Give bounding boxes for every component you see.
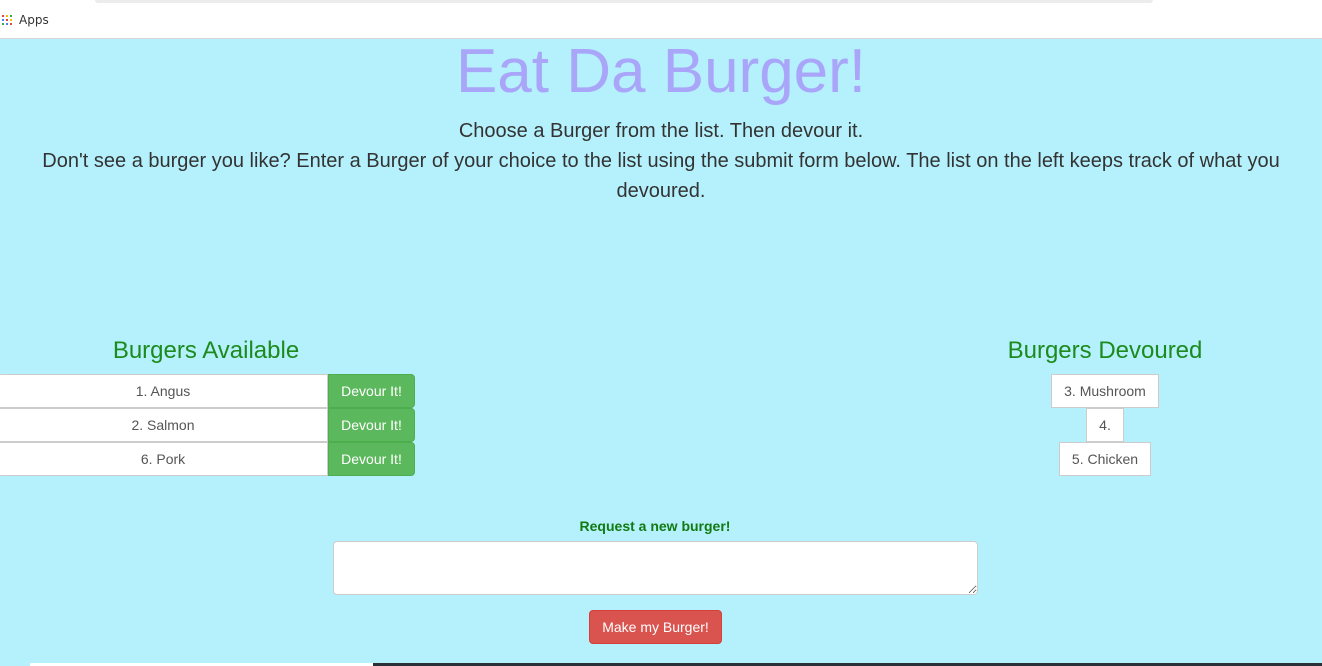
apps-grid-dot (6, 23, 8, 25)
burgers-devoured-heading: Burgers Devoured (1007, 337, 1203, 364)
devour-button[interactable]: Devour It! (328, 408, 415, 442)
devoured-burger-item: 5. Chicken (1058, 442, 1152, 476)
devour-button[interactable]: Devour It! (328, 374, 415, 408)
request-burger-label: Request a new burger! (579, 518, 731, 534)
available-burger-row: 1. Angus Devour It! (0, 374, 415, 408)
devoured-burger-item: 4. (1086, 408, 1124, 442)
apps-grid-dot (2, 23, 4, 25)
apps-grid-dot (2, 15, 4, 17)
apps-grid-dot (10, 15, 12, 17)
make-burger-button[interactable]: Make my Burger! (589, 610, 722, 644)
apps-grid-dot (10, 19, 12, 21)
devoured-burger-item: 3. Mushroom (1051, 374, 1159, 408)
bookmarks-bar: Apps (0, 0, 1322, 39)
devour-button[interactable]: Devour It! (328, 442, 415, 476)
apps-bookmark[interactable]: Apps (2, 12, 49, 28)
available-burger-name: 6. Pork (0, 442, 328, 476)
page-body: Eat Da Burger! Choose a Burger from the … (0, 39, 1322, 666)
apps-grid-dot (10, 23, 12, 25)
available-burger-row: 2. Salmon Devour It! (0, 408, 415, 442)
available-burger-name: 2. Salmon (0, 408, 328, 442)
available-burger-row: 6. Pork Devour It! (0, 442, 415, 476)
burgers-devoured-list: 3. Mushroom 4. 5. Chicken (960, 374, 1250, 476)
intro-line-2: Don't see a burger you like? Enter a Bur… (42, 150, 1280, 202)
apps-grid-dot (2, 19, 4, 21)
available-burger-name: 1. Angus (0, 374, 328, 408)
apps-grid-dot (6, 19, 8, 21)
address-bar-edge (95, 0, 1153, 3)
apps-grid-dot (6, 15, 8, 17)
burgers-available-list: 1. Angus Devour It! 2. Salmon Devour It!… (0, 374, 415, 476)
page-title: Eat Da Burger! (455, 37, 867, 106)
intro-line-1: Choose a Burger from the list. Then devo… (458, 120, 864, 142)
apps-label: Apps (19, 13, 49, 27)
new-burger-input[interactable] (333, 541, 978, 595)
intro-text: Choose a Burger from the list. Then devo… (40, 116, 1282, 206)
apps-grid-icon (2, 14, 12, 26)
burgers-available-heading: Burgers Available (112, 337, 300, 364)
